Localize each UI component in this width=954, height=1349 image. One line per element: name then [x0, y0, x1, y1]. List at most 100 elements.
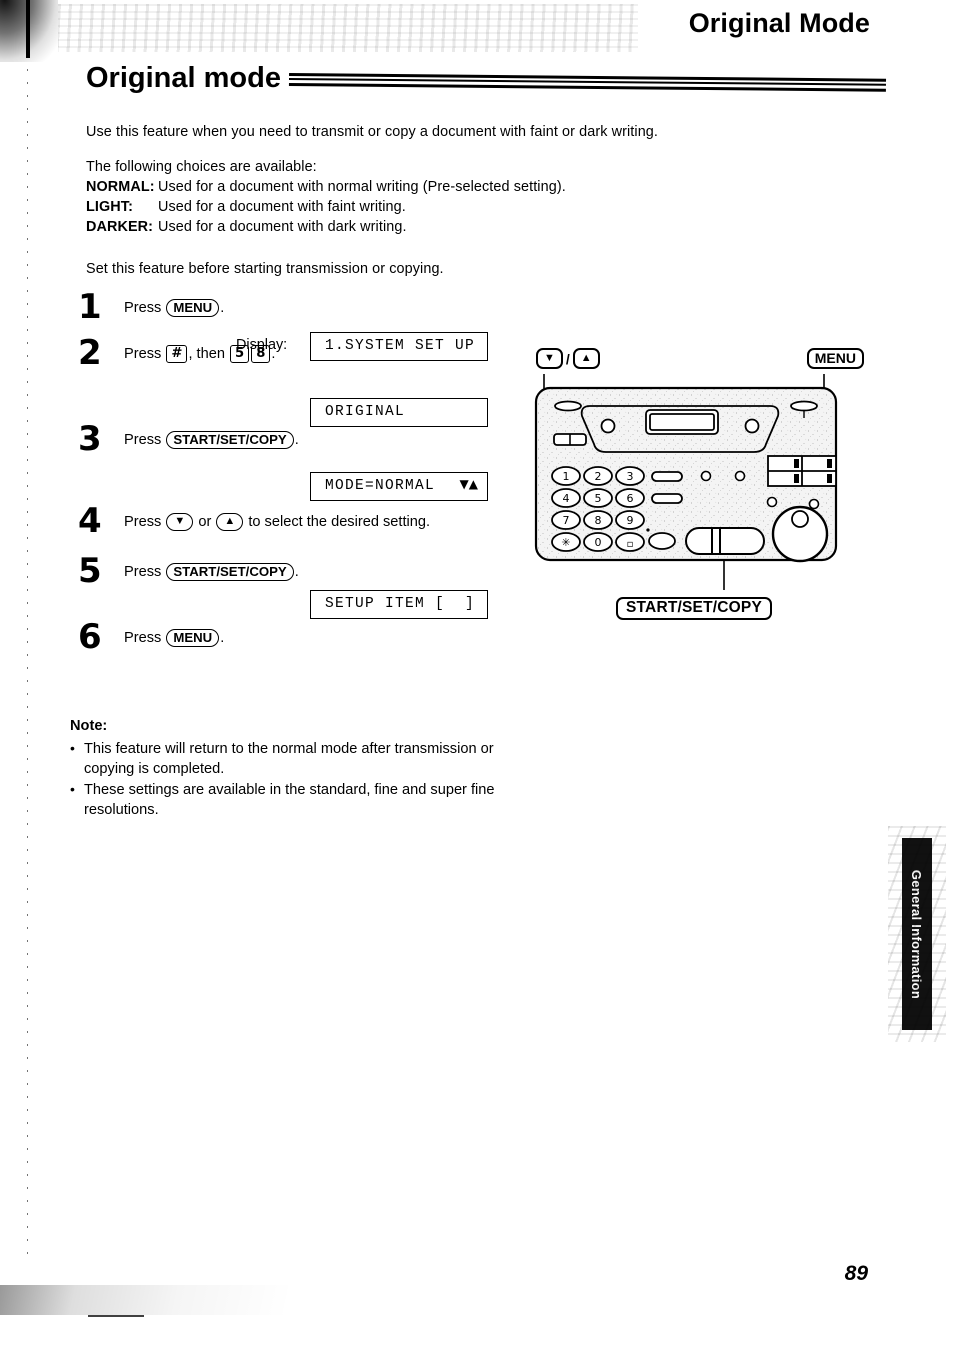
keypad-key-8: 8 — [583, 510, 613, 530]
step-3-text: Press START/SET/COPY. — [124, 428, 508, 450]
step-1-number: 1 — [78, 287, 102, 327]
scan-artifact-bottom-left — [0, 1285, 340, 1317]
step-6-trailing: . — [220, 630, 225, 646]
step-2-then-word: , then — [188, 346, 225, 362]
svg-text:7: 7 — [563, 514, 570, 527]
step-6-press-word: Press — [124, 630, 162, 646]
fax-control-panel-diagram: ▼ / ▲ MENU START/SET/COPY 1 2 3 4 5 6 7 … — [528, 348, 868, 620]
running-head: Original Mode — [688, 8, 870, 38]
lcd-display-step1: 1.SYSTEM SET UP — [310, 332, 488, 361]
step-4-number: 4 — [78, 501, 102, 541]
scan-artifact-spine-line — [27, 56, 28, 1256]
step-1-trailing: . — [220, 300, 225, 316]
menu-key-chip-2: MENU — [166, 629, 220, 648]
note-item-1: This feature will return to the normal m… — [70, 738, 500, 779]
callout-up-down-keys: ▼ / ▲ — [536, 348, 600, 369]
lcd-display-step3: MODE=NORMAL ▼▲ — [310, 472, 488, 501]
page-number: 89 — [844, 1262, 868, 1285]
choice-darker-label: DARKER: — [86, 219, 154, 235]
page-title: Original mode — [86, 62, 281, 94]
lcd-text-step5: SETUP ITEM [ ] — [310, 590, 488, 619]
callout-start-set-copy-key: START/SET/COPY — [616, 597, 772, 620]
step-5-trailing: . — [294, 564, 299, 580]
step-4-press-word: Press — [124, 514, 162, 530]
keypad-key-0: 0 — [583, 532, 613, 552]
step-4-trailing: to select the desired setting. — [248, 514, 431, 530]
side-tab-label: General Information — [909, 869, 925, 999]
scan-artifact-top-left — [0, 0, 58, 62]
hash-key-chip: # — [166, 345, 188, 364]
svg-text:✳: ✳ — [561, 536, 570, 549]
note-list: This feature will return to the normal m… — [70, 738, 500, 820]
choice-light-label: LIGHT: — [86, 199, 133, 215]
lcd-text-step1: 1.SYSTEM SET UP — [310, 332, 488, 361]
keypad-key-star: ✳ — [551, 532, 581, 552]
small-dot-mark — [646, 528, 650, 532]
svg-text:3: 3 — [627, 470, 634, 483]
arrow-down-key-chip: ▼ — [166, 513, 194, 532]
step-5-number: 5 — [78, 551, 102, 591]
svg-text:1: 1 — [563, 470, 570, 483]
lcd-text-step2: ORIGINAL — [310, 398, 488, 427]
fax-panel-drawing: 1 2 3 4 5 6 7 8 9 ✳ 0 ▫ — [534, 374, 838, 590]
title-rule-lines — [288, 68, 887, 96]
choice-normal: NORMAL: Used for a document with normal … — [86, 177, 786, 197]
step-4-or-word: or — [198, 514, 212, 530]
arrow-up-icon: ▲ — [572, 348, 600, 369]
step-4: 4 Press ▼ or ▲ to select the desired set… — [78, 504, 508, 560]
choice-light: LIGHT: Used for a document with faint wr… — [86, 197, 786, 217]
display-label: Display: — [236, 337, 288, 353]
svg-text:6: 6 — [627, 492, 634, 505]
lcd-arrows-icon: ▼▲ — [459, 477, 478, 491]
keypad-key-2: 2 — [583, 466, 613, 486]
callout-start-label: START/SET/COPY — [616, 597, 772, 620]
indicator-oval-left — [554, 400, 582, 412]
step-3-press-word: Press — [124, 432, 162, 448]
step-2-number: 2 — [78, 333, 102, 373]
svg-text:9: 9 — [627, 514, 634, 527]
callout-separator: / — [565, 350, 570, 367]
step-6-number: 6 — [78, 617, 102, 657]
keypad-key-9: 9 — [615, 510, 645, 530]
step-3-number: 3 — [78, 419, 102, 459]
svg-text:0: 0 — [595, 536, 602, 549]
start-set-copy-key-chip: START/SET/COPY — [166, 431, 294, 450]
choice-darker-text: Used for a document with dark writing. — [158, 219, 407, 235]
step-2-press-word: Press — [124, 346, 162, 362]
callout-menu-label: MENU — [806, 348, 864, 369]
keypad-key-3: 3 — [615, 466, 645, 486]
keypad-key-5: 5 — [583, 488, 613, 508]
step-1-text: Press MENU. — [124, 296, 508, 318]
side-tab-general-information: General Information — [902, 838, 932, 1030]
note-block: Note: This feature will return to the no… — [70, 716, 500, 821]
page-title-row: Original mode — [86, 62, 887, 96]
choices-block: The following choices are available: NOR… — [86, 157, 786, 237]
svg-text:8: 8 — [595, 514, 602, 527]
up-down-rocker-key — [553, 433, 587, 446]
choices-lead: The following choices are available: — [86, 159, 317, 175]
choice-darker: DARKER: Used for a document with dark wr… — [86, 217, 786, 237]
keypad-key-hash: ▫ — [615, 532, 645, 552]
step-3-trailing: . — [294, 432, 299, 448]
svg-text:▫: ▫ — [627, 539, 634, 550]
keypad-key-6: 6 — [615, 488, 645, 508]
keypad-key-7: 7 — [551, 510, 581, 530]
keypad-key-4: 4 — [551, 488, 581, 508]
svg-text:4: 4 — [563, 492, 570, 505]
svg-text:5: 5 — [595, 492, 602, 505]
svg-text:2: 2 — [595, 470, 602, 483]
note-title: Note: — [70, 718, 108, 734]
start-set-copy-bar — [685, 527, 765, 555]
arrow-up-key-chip: ▲ — [216, 513, 244, 532]
volume-dial — [771, 505, 829, 563]
step-6: 6 Press MENU. — [78, 620, 508, 666]
arrow-down-icon: ▼ — [536, 348, 563, 369]
lcd-display-step2: ORIGINAL — [310, 398, 488, 427]
start-set-copy-key-chip-2: START/SET/COPY — [166, 563, 294, 582]
one-touch-station-keys — [767, 455, 837, 487]
step-1-press-word: Press — [124, 300, 162, 316]
choice-light-text: Used for a document with faint writing. — [158, 199, 406, 215]
set-before-paragraph: Set this feature before starting transmi… — [86, 261, 444, 277]
step-5-text: Press START/SET/COPY. — [124, 560, 508, 582]
note-item-2: These settings are available in the stan… — [70, 779, 500, 820]
